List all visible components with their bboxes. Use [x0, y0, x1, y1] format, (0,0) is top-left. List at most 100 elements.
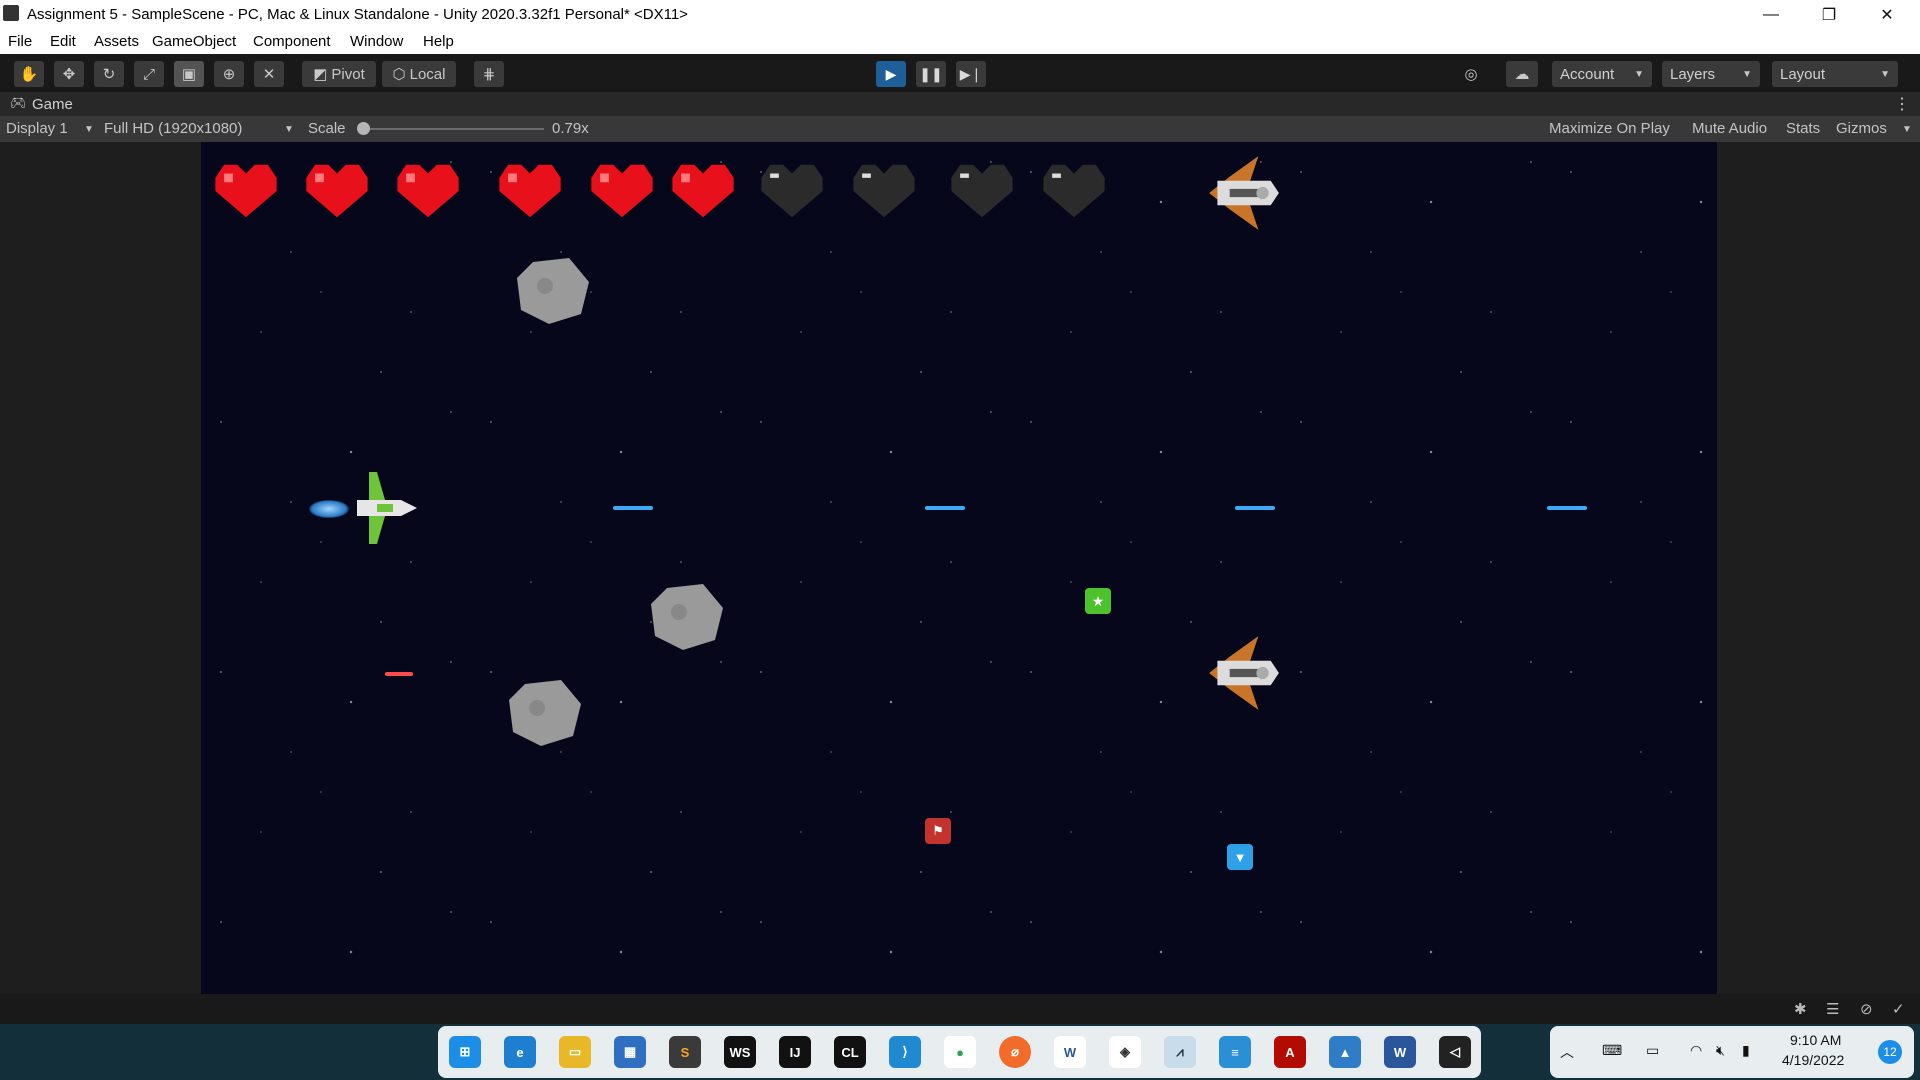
minimize-button[interactable]: — [1742, 0, 1800, 29]
menu-file[interactable]: File [8, 33, 32, 50]
display-dropdown[interactable]: Display 1 [6, 120, 68, 137]
enemy-laser [385, 672, 413, 676]
scale-slider-handle[interactable] [357, 122, 370, 135]
local-toggle[interactable]: ⬡ Local [382, 61, 456, 87]
game-viewport[interactable]: ★ ⚑ ▼ [201, 142, 1717, 994]
player-laser [925, 506, 965, 510]
layout-dropdown[interactable]: Layout ▼ [1772, 61, 1898, 87]
menu-gameobject[interactable]: GameObject [152, 33, 236, 50]
word-icon[interactable]: W [1384, 1036, 1416, 1068]
resolution-dropdown[interactable]: Full HD (1920x1080) [104, 120, 242, 137]
heart-full-icon [397, 164, 459, 218]
heart-full-icon [591, 164, 653, 218]
step-button[interactable]: ▶❘ [956, 61, 986, 87]
wifi-icon[interactable]: ◠ [1690, 1042, 1702, 1059]
grid-snap-icon[interactable]: ⋕ [474, 61, 504, 87]
gizmos-toggle[interactable]: Gizmos [1836, 120, 1887, 137]
word-online-icon[interactable]: W [1054, 1036, 1086, 1068]
cloud-icon[interactable]: ☁ [1506, 61, 1538, 87]
clion-icon[interactable]: CL [834, 1036, 866, 1068]
menu-window[interactable]: Window [350, 33, 403, 50]
heart-empty-icon [951, 164, 1013, 218]
game-tab-header: 🎮︎ Game ⋮ [0, 92, 1920, 116]
game-view-toolbar: Display 1 ▼ Full HD (1920x1080) ▼ Scale … [0, 116, 1920, 142]
tab-game[interactable]: Game [32, 96, 73, 113]
layout-label: Layout [1780, 65, 1826, 83]
rotate-tool-icon[interactable]: ↻ [94, 61, 124, 87]
player-laser [1235, 506, 1275, 510]
auto-refresh-icon[interactable]: ⊘ [1860, 1000, 1873, 1018]
bug-icon[interactable]: ✱ [1794, 1000, 1807, 1018]
menu-assets[interactable]: Assets [94, 33, 139, 50]
heart-empty-icon [761, 164, 823, 218]
clock-date[interactable]: 4/19/2022 [1782, 1052, 1844, 1068]
scale-label: Scale [308, 120, 346, 137]
stocks-icon[interactable]: ⩘ [1164, 1036, 1196, 1068]
layers-icon[interactable]: ☰ [1826, 1000, 1839, 1018]
acrobat-icon[interactable]: A [1274, 1036, 1306, 1068]
heart-full-icon [306, 164, 368, 218]
store-icon[interactable]: ▦ [614, 1036, 646, 1068]
star-powerup-icon: ★ [1085, 588, 1111, 614]
sublime-icon[interactable]: S [669, 1036, 701, 1068]
tab-menu-icon[interactable]: ⋮ [1894, 94, 1910, 114]
pivot-icon: ◩ [313, 66, 328, 83]
postman-icon[interactable]: ⌀ [999, 1036, 1031, 1068]
move-tool-icon[interactable]: ✥ [54, 61, 84, 87]
account-dropdown[interactable]: Account ▼ [1552, 61, 1652, 87]
player-laser [1547, 506, 1587, 510]
close-button[interactable]: ✕ [1858, 0, 1916, 29]
intellij-icon[interactable]: IJ [779, 1036, 811, 1068]
scale-slider-track[interactable] [358, 128, 544, 130]
vscode-icon[interactable]: ⟩ [889, 1036, 921, 1068]
damage-powerup-icon: ⚑ [925, 818, 951, 844]
local-icon: ⬡ [392, 66, 406, 83]
chevron-down-icon: ▼ [1742, 68, 1752, 80]
stats-toggle[interactable]: Stats [1786, 120, 1820, 137]
start-icon[interactable]: ⊞ [449, 1036, 481, 1068]
mute-audio-toggle[interactable]: Mute Audio [1692, 120, 1767, 137]
edge-icon[interactable]: e [504, 1036, 536, 1068]
transform-tool-icon[interactable]: ⊕ [214, 61, 244, 87]
display-icon[interactable]: ▭ [1646, 1042, 1659, 1059]
photos-icon[interactable]: ▲ [1329, 1036, 1361, 1068]
clock-time[interactable]: 9:10 AM [1790, 1032, 1841, 1048]
gamepad-icon: 🎮︎ [10, 95, 27, 110]
custom-tool-icon[interactable]: ✕ [254, 61, 284, 87]
hand-tool-icon[interactable]: ✋ [14, 61, 44, 87]
notification-badge[interactable]: 12 [1878, 1040, 1902, 1064]
scale-tool-icon[interactable]: ⤢ [134, 61, 164, 87]
window-title: Assignment 5 - SampleScene - PC, Mac & L… [27, 6, 688, 23]
pause-button[interactable]: ❚❚ [916, 61, 946, 87]
sourcetree-icon[interactable]: ● [944, 1036, 976, 1068]
layers-dropdown[interactable]: Layers ▼ [1662, 61, 1760, 87]
scale-value: 0.79x [552, 120, 589, 137]
pivot-toggle[interactable]: ◩ Pivot [302, 61, 376, 87]
rect-tool-icon[interactable]: ▣ [174, 61, 204, 87]
check-icon[interactable]: ✓ [1892, 1000, 1905, 1018]
battery-icon[interactable]: ▮ [1742, 1042, 1750, 1059]
keyboard-icon[interactable]: ⌨ [1602, 1042, 1622, 1059]
maximize-button[interactable]: ❐ [1800, 0, 1858, 29]
menu-help[interactable]: Help [423, 33, 454, 50]
menu-component[interactable]: Component [253, 33, 331, 50]
play-button[interactable]: ▶ [876, 61, 906, 87]
unity-hub-icon[interactable]: ◈ [1109, 1036, 1141, 1068]
notepad-icon[interactable]: ≡ [1219, 1036, 1251, 1068]
menu-edit[interactable]: Edit [50, 33, 76, 50]
enemy-ship [1209, 156, 1279, 230]
volume-icon[interactable]: 🔇︎ [1716, 1042, 1725, 1059]
menu-bar: File Edit Assets GameObject Component Wi… [0, 29, 1920, 54]
file-explorer-icon[interactable]: ▭ [559, 1036, 591, 1068]
webstorm-icon[interactable]: WS [724, 1036, 756, 1068]
enemy-ship [1209, 636, 1279, 710]
unity-icon[interactable]: ◁ [1439, 1036, 1471, 1068]
account-label: Account [1560, 65, 1615, 83]
system-tray: ︿ ⌨ ▭ ◠ 🔇︎ ▮ 9:10 AM 4/19/2022 12 [1550, 1026, 1914, 1078]
chevron-up-icon[interactable]: ︿ [1560, 1042, 1574, 1062]
asteroid [651, 584, 723, 650]
main-toolbar: ✋ ✥ ↻ ⤢ ▣ ⊕ ✕ ◩ Pivot ⬡ Local ⋕ ▶ ❚❚ ▶❘ ◎ … [0, 54, 1920, 92]
collab-icon[interactable]: ◎ [1456, 61, 1486, 87]
maximize-on-play-toggle[interactable]: Maximize On Play [1549, 120, 1670, 137]
pivot-label: Pivot [331, 65, 365, 83]
